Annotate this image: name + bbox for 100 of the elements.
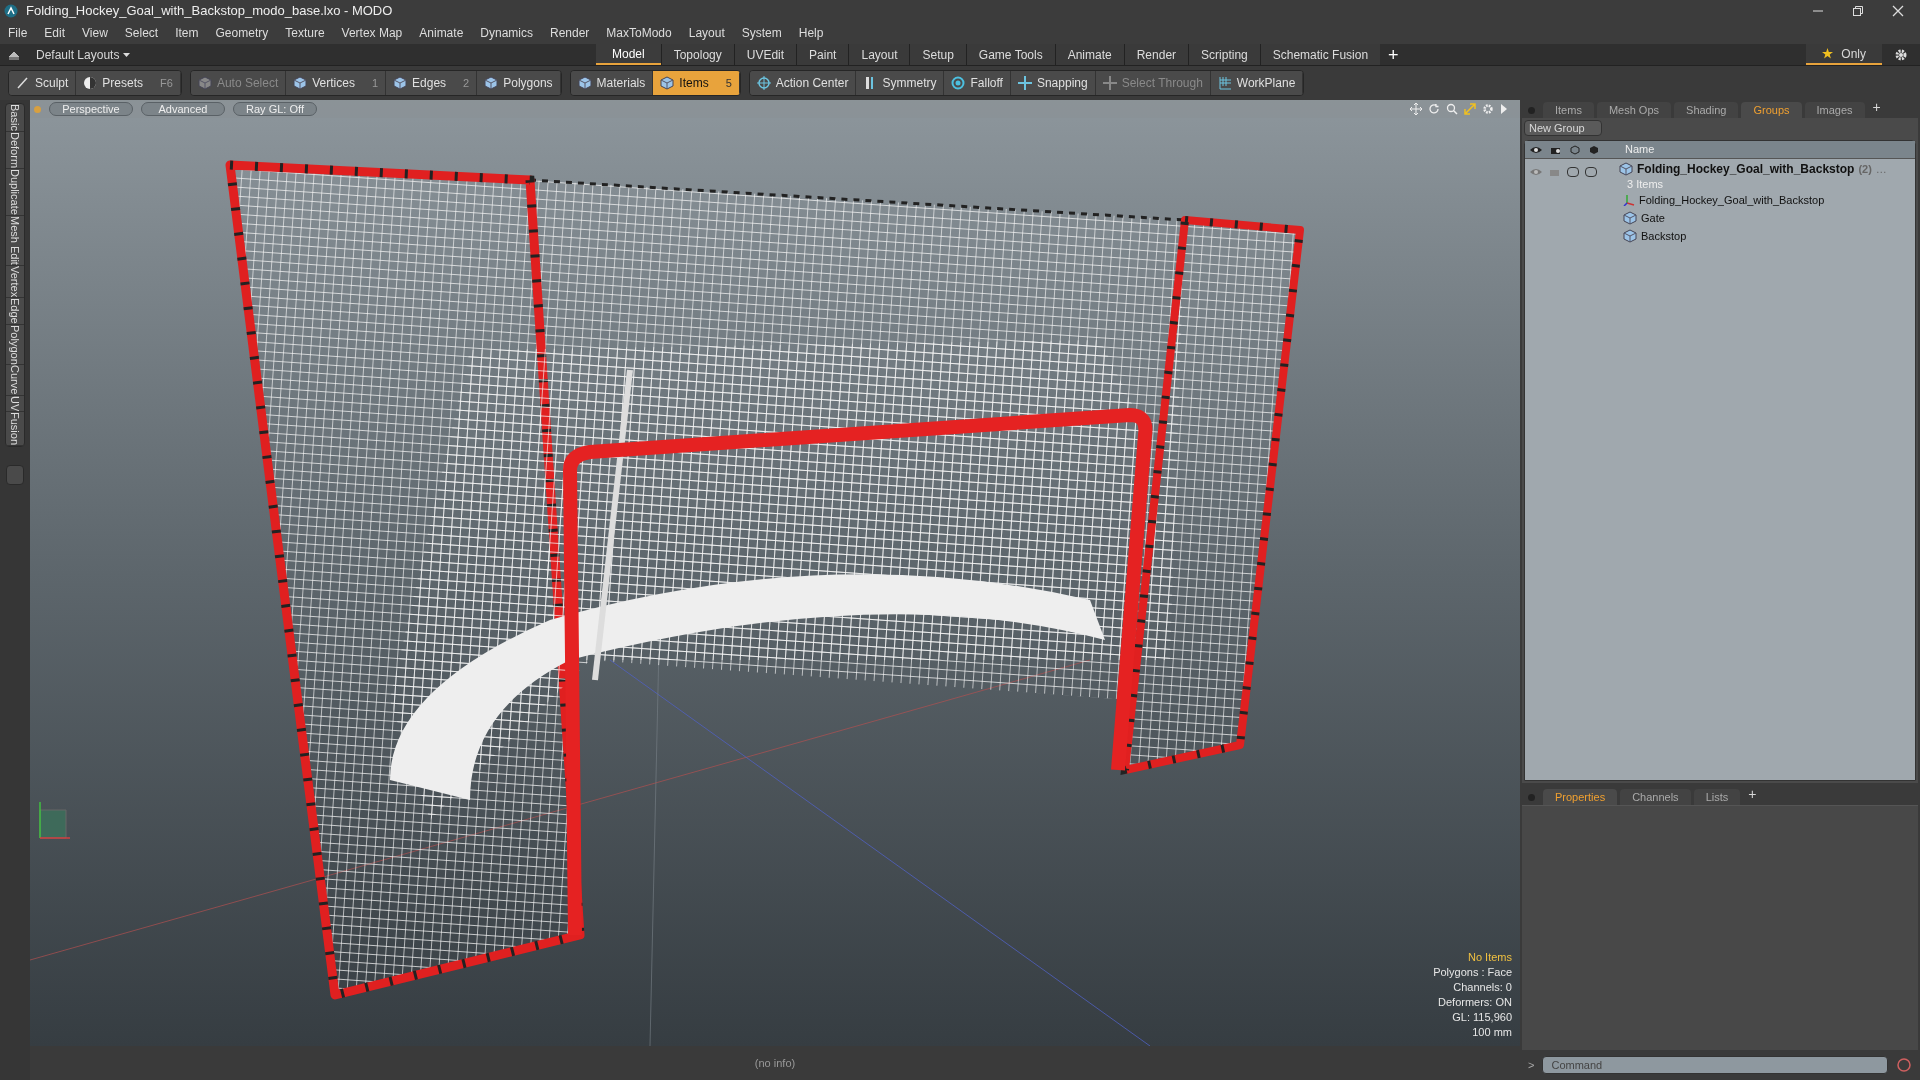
layout-tab[interactable]: Topology (660, 44, 734, 65)
menu-item[interactable]: Geometry (215, 24, 269, 42)
side-tab[interactable]: Fusion (6, 412, 24, 447)
menu-item[interactable]: Layout (688, 24, 725, 42)
lock-toggle[interactable] (1567, 167, 1579, 177)
tool-button[interactable]: Action Center (749, 71, 857, 95)
menu-item[interactable]: Animate (419, 24, 464, 42)
viewport-stat: Deformers: ON (1438, 995, 1512, 1010)
viewport[interactable]: Perspective Advanced Ray GL: Off No Items Polygons : Face Channels: 0 Deformers: ON GL: 115,960 100 mm (30, 100, 1520, 1046)
menu-item[interactable]: Render (550, 24, 590, 42)
rotate-icon[interactable] (1428, 103, 1440, 115)
select-toggle[interactable] (1585, 167, 1597, 177)
viewport-stat: GL: 115,960 (1452, 1010, 1512, 1025)
panel-tab[interactable]: Shading (1674, 102, 1739, 118)
viewport-stat: 100 mm (1472, 1025, 1512, 1040)
add-layout-button[interactable]: + (1388, 45, 1399, 64)
tool-button[interactable]: Sculpt (9, 71, 77, 95)
maximize-icon[interactable] (1464, 103, 1476, 115)
cube-icon (393, 76, 408, 90)
layout-tab[interactable]: Game Tools (965, 44, 1055, 65)
half-circle-icon (83, 76, 98, 90)
menu-item[interactable]: System (741, 24, 782, 42)
side-tab[interactable]: Mesh Edit (6, 215, 24, 266)
side-tab[interactable]: Edge (6, 297, 24, 325)
tool-button[interactable]: Items 5 (653, 71, 740, 95)
panel-tab[interactable]: Lists (1693, 789, 1741, 805)
cube-icon (1623, 229, 1637, 243)
tree-item[interactable]: Folding_Hockey_Goal_with_Backstop (1639, 191, 1825, 209)
panel-tab[interactable]: Images (1804, 102, 1865, 118)
menu-item[interactable]: Dynamics (480, 24, 533, 42)
close-icon[interactable] (1892, 5, 1904, 17)
group-name[interactable]: Folding_Hockey_Goal_with_Backstop (1637, 160, 1855, 178)
command-prompt: > (1528, 1057, 1535, 1073)
group-count: (2) (1858, 161, 1872, 177)
visibility-eye-icon[interactable] (1529, 167, 1543, 177)
tree-item[interactable]: Backstop (1641, 227, 1687, 245)
shortcut-label: F6 (160, 75, 173, 91)
layouts-dropdown[interactable]: Default Layouts (36, 45, 131, 64)
shortcut-label: 2 (463, 75, 470, 91)
layout-tab[interactable]: Setup (909, 44, 966, 65)
only-filter-button[interactable]: Only (1806, 44, 1882, 65)
cube-icon (293, 76, 308, 90)
menu-item[interactable]: Edit (44, 24, 66, 42)
side-tab[interactable]: UV (6, 395, 24, 413)
search-icon[interactable] (1446, 103, 1458, 115)
add-tab-button[interactable]: + (1872, 97, 1881, 118)
viewport-stat: Channels: 0 (1453, 980, 1512, 995)
menu-item[interactable]: Select (124, 24, 159, 42)
new-group-button[interactable]: New Group (1524, 120, 1602, 136)
cube-icon (1619, 162, 1633, 176)
record-icon[interactable] (1896, 1057, 1912, 1073)
command-field[interactable]: Command (1542, 1056, 1888, 1074)
layout-tab[interactable]: Schematic Fusion (1259, 44, 1381, 65)
play-arrow-icon[interactable] (1500, 103, 1508, 115)
menu-item[interactable]: View (82, 24, 108, 42)
move-icon[interactable] (1410, 103, 1422, 115)
column-header: Name (1625, 142, 1655, 158)
menu-item[interactable]: Texture (285, 24, 325, 42)
viewport-stat: No Items (1468, 950, 1512, 965)
panel-tab[interactable]: Mesh Ops (1596, 102, 1672, 118)
panel-tab[interactable]: Items (1543, 102, 1594, 118)
tool-button[interactable]: Materials (570, 71, 654, 95)
side-tab[interactable]: Basic (6, 104, 24, 132)
lock-cube-icon (1570, 144, 1580, 155)
side-tab[interactable]: Polygon (6, 324, 24, 366)
layout-tab[interactable]: Layout (848, 44, 910, 65)
panel-tab[interactable]: Channels (1620, 789, 1691, 805)
menu-item[interactable]: MaxToModo (606, 24, 672, 42)
brush-icon (16, 76, 30, 90)
restore-icon[interactable] (1852, 5, 1864, 17)
menu-item[interactable]: Help (798, 24, 824, 42)
render-camera-icon[interactable] (1549, 167, 1561, 177)
side-tab[interactable]: Duplicate (6, 168, 24, 216)
side-tab[interactable]: Vertex (6, 265, 24, 298)
cube-icon (577, 76, 592, 90)
menu-item[interactable]: Item (175, 24, 199, 42)
side-tab[interactable]: Deform (6, 131, 24, 169)
layout-tab[interactable]: Scripting (1188, 44, 1260, 65)
layout-tab[interactable]: Animate (1054, 44, 1124, 65)
grid-icon (1217, 76, 1232, 90)
cube-icon (484, 76, 499, 90)
panel-tab[interactable]: Properties (1543, 789, 1618, 805)
window-title: Folding_Hockey_Goal_with_Backstop_modo_base.lxo - MODO (26, 2, 393, 21)
add-tab-button[interactable]: + (1748, 784, 1757, 805)
select-cube-icon (1589, 144, 1599, 155)
menu-item[interactable]: Vertex Map (341, 24, 403, 42)
tree-item[interactable]: Gate (1641, 209, 1665, 227)
settings-icon[interactable] (1894, 47, 1908, 62)
layout-tab[interactable]: Render (1123, 44, 1189, 65)
menu-item[interactable]: File (8, 24, 28, 42)
layout-tab[interactable]: Model (596, 44, 661, 65)
layout-tab[interactable]: UVEdit (733, 44, 797, 65)
axis-gizmo-icon (39, 801, 71, 839)
layout-tab[interactable]: Paint (796, 44, 849, 65)
panel-tab[interactable]: Groups (1741, 102, 1802, 118)
visibility-eye-icon (1529, 144, 1543, 155)
cube-icon (660, 76, 675, 90)
side-tab[interactable]: Curve (6, 365, 24, 396)
side-tab-button[interactable] (6, 465, 24, 486)
cross-arrows-icon (1017, 76, 1032, 90)
